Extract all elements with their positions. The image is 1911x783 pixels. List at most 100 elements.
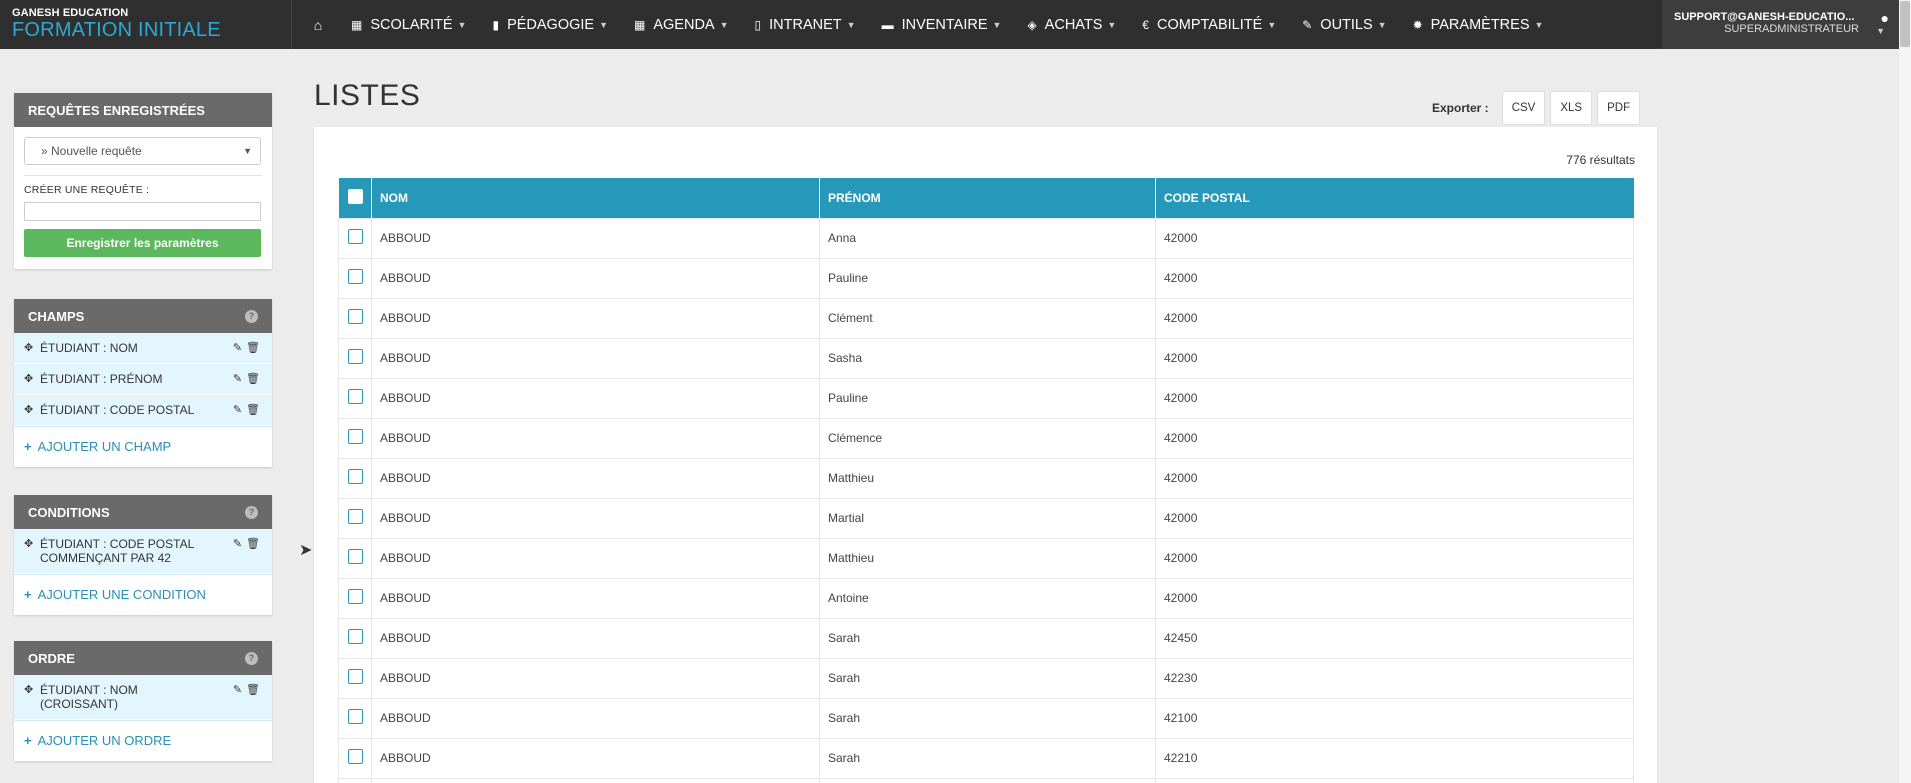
trash-icon[interactable]: 🗑 (246, 373, 264, 385)
query-select[interactable]: » Nouvelle requête ▼ (24, 137, 261, 165)
row-checkbox[interactable] (348, 669, 363, 684)
nav-item-label: SCOLARITÉ (370, 16, 453, 33)
move-icon[interactable]: ✥ (24, 537, 33, 550)
list-item[interactable]: ✥ ÉTUDIANT : NOM (CROISSANT) ✎🗑 (14, 675, 272, 720)
user-menu[interactable]: SUPPORT@GANESH-EDUCATIO... SUPERADMINIST… (1662, 0, 1899, 49)
trash-icon[interactable]: 🗑 (246, 404, 264, 416)
table-row[interactable]: ABBOUD Martial 42000 (338, 497, 1634, 539)
list-item[interactable]: ✥ ÉTUDIANT : CODE POSTAL ✎🗑 (14, 395, 272, 426)
nav-item-comptabilite[interactable]: € COMPTABILITÉ ▼ (1129, 0, 1289, 49)
nav-item-agenda[interactable]: ▦ AGENDA ▼ (621, 0, 742, 49)
row-checkbox[interactable] (348, 549, 363, 564)
row-checkbox[interactable] (348, 469, 363, 484)
add-condition-button[interactable]: + AJOUTER UNE CONDITION (14, 574, 272, 615)
row-checkbox[interactable] (348, 429, 363, 444)
row-checkbox[interactable] (348, 349, 363, 364)
brand[interactable]: GANESH EDUCATION FORMATION INITIALE (0, 0, 292, 49)
select-all-checkbox[interactable] (347, 188, 363, 204)
nav-item-achats[interactable]: ◈ ACHATS ▼ (1014, 0, 1129, 49)
nav-item-inventaire[interactable]: ▬ INVENTAIRE ▼ (869, 0, 1015, 49)
export-label: Exporter : (1432, 101, 1489, 115)
move-icon[interactable]: ✥ (24, 683, 33, 696)
trash-icon[interactable]: 🗑 (246, 538, 264, 550)
table-row[interactable]: ABBOUD Clémence 42000 (338, 417, 1634, 459)
table-row[interactable]: ABBOUD Sarah 42210 (338, 737, 1634, 779)
table-row[interactable]: ABBOUD Sarah 42450 (338, 617, 1634, 659)
table-row[interactable]: ABBOUD Antoine 42000 (338, 577, 1634, 619)
row-select-cell (338, 577, 372, 619)
help-icon[interactable]: ? (245, 652, 258, 665)
table-row[interactable]: ABBOUD Sasha 42000 (338, 337, 1634, 379)
results-count: 776 résultats (1566, 153, 1635, 167)
table-row[interactable]: ABBOUD Matthieu 42000 (338, 457, 1634, 499)
cell-prenom: Sarah (819, 617, 1156, 659)
table-row[interactable]: ABBOUD Pauline 42000 (338, 257, 1634, 299)
nav-item-outils[interactable]: ✎ OUTILS ▼ (1289, 0, 1399, 49)
add-order-button[interactable]: + AJOUTER UN ORDRE (14, 720, 272, 761)
row-checkbox[interactable] (348, 509, 363, 524)
scrollbar-thumb[interactable] (1900, 1, 1910, 47)
row-checkbox[interactable] (348, 269, 363, 284)
create-query-input[interactable] (24, 202, 261, 221)
cell-code-postal: 42000 (1155, 257, 1634, 299)
home-icon[interactable]: ⌂ (298, 0, 338, 49)
table-row[interactable]: ABBOUD Matthieu 42000 (338, 537, 1634, 579)
edit-icon[interactable]: ✎ (233, 373, 246, 385)
table-row[interactable]: ABBOUD Pauline 42000 (338, 377, 1634, 419)
export-toolbar: Exporter : CSV XLS PDF (1432, 91, 1641, 125)
cell-nom: ABBOUD (371, 697, 820, 739)
nav-item-scolarite[interactable]: ▦ SCOLARITÉ ▼ (338, 0, 479, 49)
table-row[interactable]: ABBOUD (338, 777, 1634, 783)
edit-icon[interactable]: ✎ (233, 538, 246, 550)
row-checkbox[interactable] (348, 709, 363, 724)
list-item-label: ÉTUDIANT : PRÉNOM (40, 372, 163, 386)
trash-icon[interactable]: 🗑 (246, 684, 264, 696)
column-header-prenom[interactable]: PRÉNOM (819, 178, 1156, 218)
cell-code-postal: 42000 (1155, 377, 1634, 419)
help-icon[interactable]: ? (245, 310, 258, 323)
chevron-down-icon: ▼ (243, 146, 252, 156)
list-item[interactable]: ✥ ÉTUDIANT : CODE POSTAL COMMENÇANT PAR 4… (14, 529, 272, 574)
list-item[interactable]: ✥ ÉTUDIANT : PRÉNOM ✎🗑 (14, 364, 272, 395)
edit-icon[interactable]: ✎ (233, 342, 246, 354)
cell-code-postal: 42000 (1155, 497, 1634, 539)
trash-icon[interactable]: 🗑 (246, 342, 264, 354)
nav-item-pedagogie[interactable]: ▮ PÉDAGOGIE ▼ (479, 0, 621, 49)
table-row[interactable]: ABBOUD Sarah 42230 (338, 657, 1634, 699)
row-checkbox[interactable] (348, 229, 363, 244)
cell-prenom: Clémence (819, 417, 1156, 459)
nav-item-intranet[interactable]: ▯ INTRANET ▼ (742, 0, 869, 49)
row-select-cell (338, 777, 372, 783)
edit-icon[interactable]: ✎ (233, 684, 246, 696)
move-icon[interactable]: ✥ (24, 341, 33, 354)
column-header-nom[interactable]: NOM (371, 178, 820, 218)
table-row[interactable]: ABBOUD Sarah 42100 (338, 697, 1634, 739)
move-icon[interactable]: ✥ (24, 403, 33, 416)
export-csv-button[interactable]: CSV (1501, 91, 1546, 125)
column-header-code-postal[interactable]: CODE POSTAL (1156, 178, 1634, 218)
row-checkbox[interactable] (348, 389, 363, 404)
save-settings-button[interactable]: Enregistrer les paramètres (24, 229, 261, 257)
row-checkbox[interactable] (348, 749, 363, 764)
fields-title: CHAMPS (28, 309, 85, 324)
brand-app-name: FORMATION INITIALE (12, 19, 221, 41)
table-row[interactable]: ABBOUD Clément 42000 (338, 297, 1634, 339)
list-item[interactable]: ✥ ÉTUDIANT : NOM ✎🗑 (14, 333, 272, 364)
export-pdf-button[interactable]: PDF (1597, 91, 1641, 125)
table-row[interactable]: ABBOUD Anna 42000 (338, 217, 1634, 259)
cell-nom: ABBOUD (371, 417, 820, 459)
row-select-cell (338, 657, 372, 699)
select-all-cell (338, 178, 372, 218)
row-actions: ✎🗑 (233, 341, 264, 354)
nav-item-parametres[interactable]: ✹ PARAMÈTRES ▼ (1400, 0, 1557, 49)
row-checkbox[interactable] (348, 629, 363, 644)
add-field-button[interactable]: + AJOUTER UN CHAMP (14, 426, 272, 467)
page-scrollbar[interactable] (1899, 0, 1911, 783)
row-checkbox[interactable] (348, 309, 363, 324)
help-icon[interactable]: ? (245, 506, 258, 519)
row-checkbox[interactable] (348, 589, 363, 604)
caret-down-icon: ▼ (1534, 19, 1544, 30)
edit-icon[interactable]: ✎ (233, 404, 246, 416)
move-icon[interactable]: ✥ (24, 372, 33, 385)
export-xls-button[interactable]: XLS (1550, 91, 1593, 125)
